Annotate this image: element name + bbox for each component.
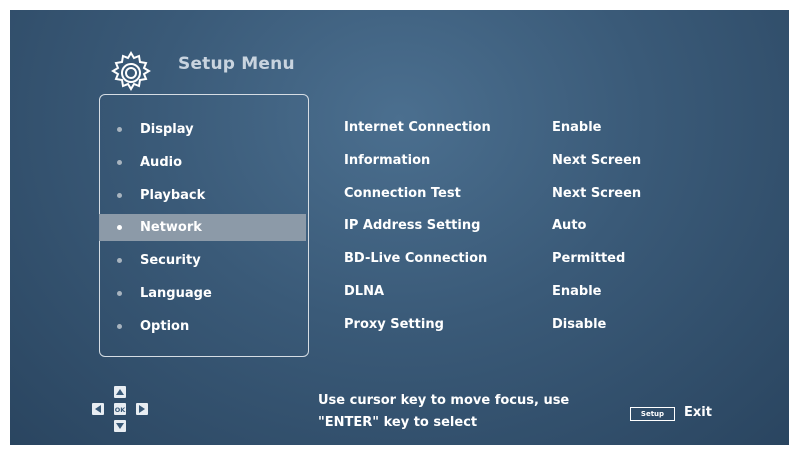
bullet-icon	[117, 225, 122, 230]
hint-line-1: Use cursor key to move focus, use	[318, 393, 570, 408]
setting-bd-live-connection[interactable]: BD-Live Connection Permitted	[344, 251, 664, 271]
setup-key-icon: Setup	[630, 407, 675, 421]
bullet-icon	[117, 324, 122, 329]
menu-item-label: Language	[140, 286, 212, 301]
setting-internet-connection[interactable]: Internet Connection Enable	[344, 120, 664, 140]
setting-proxy[interactable]: Proxy Setting Disable	[344, 317, 664, 337]
exit-label: Exit	[684, 405, 712, 420]
setting-value: Permitted	[552, 251, 626, 266]
navigation-hint: Use cursor key to move focus, use "ENTER…	[318, 390, 569, 434]
setup-screen: Setup Menu Display Audio Playback Networ…	[10, 10, 789, 445]
setting-name: IP Address Setting	[344, 218, 481, 233]
setting-connection-test[interactable]: Connection Test Next Screen	[344, 186, 664, 206]
menu-item-audio[interactable]: Audio	[99, 149, 306, 176]
menu-item-display[interactable]: Display	[99, 116, 306, 143]
setting-value: Disable	[552, 317, 607, 332]
menu-item-label: Security	[140, 253, 201, 268]
setting-name: Information	[344, 153, 431, 168]
setting-name: Proxy Setting	[344, 317, 444, 332]
menu-item-network[interactable]: Network	[99, 214, 306, 241]
setting-value: Enable	[552, 120, 602, 135]
page-title: Setup Menu	[178, 54, 295, 74]
setting-name: Connection Test	[344, 186, 461, 201]
menu-item-label: Display	[140, 122, 194, 137]
menu-item-language[interactable]: Language	[99, 280, 306, 307]
setting-name: Internet Connection	[344, 120, 491, 135]
setting-information[interactable]: Information Next Screen	[344, 153, 664, 173]
bullet-icon	[117, 291, 122, 296]
menu-item-playback[interactable]: Playback	[99, 182, 306, 209]
menu-item-security[interactable]: Security	[99, 247, 306, 274]
setting-name: BD-Live Connection	[344, 251, 488, 266]
menu-item-label: Network	[140, 220, 202, 235]
menu-item-label: Audio	[140, 155, 183, 170]
menu-item-option[interactable]: Option	[99, 313, 306, 340]
bullet-icon	[117, 127, 122, 132]
setting-ip-address[interactable]: IP Address Setting Auto	[344, 218, 664, 238]
hint-line-2: "ENTER" key to select	[318, 415, 478, 430]
dpad-ok-label: OK	[115, 406, 127, 414]
bullet-icon	[117, 258, 122, 263]
setting-value: Auto	[552, 218, 587, 233]
setting-name: DLNA	[344, 284, 385, 299]
gear-icon	[111, 51, 151, 91]
menu-item-label: Option	[140, 319, 190, 334]
bullet-icon	[117, 193, 122, 198]
bullet-icon	[117, 160, 122, 165]
setting-value: Next Screen	[552, 153, 642, 168]
setting-value: Enable	[552, 284, 602, 299]
menu-item-label: Playback	[140, 188, 206, 203]
dpad-icon: OK	[92, 386, 148, 432]
setting-dlna[interactable]: DLNA Enable	[344, 284, 664, 304]
setting-value: Next Screen	[552, 186, 642, 201]
